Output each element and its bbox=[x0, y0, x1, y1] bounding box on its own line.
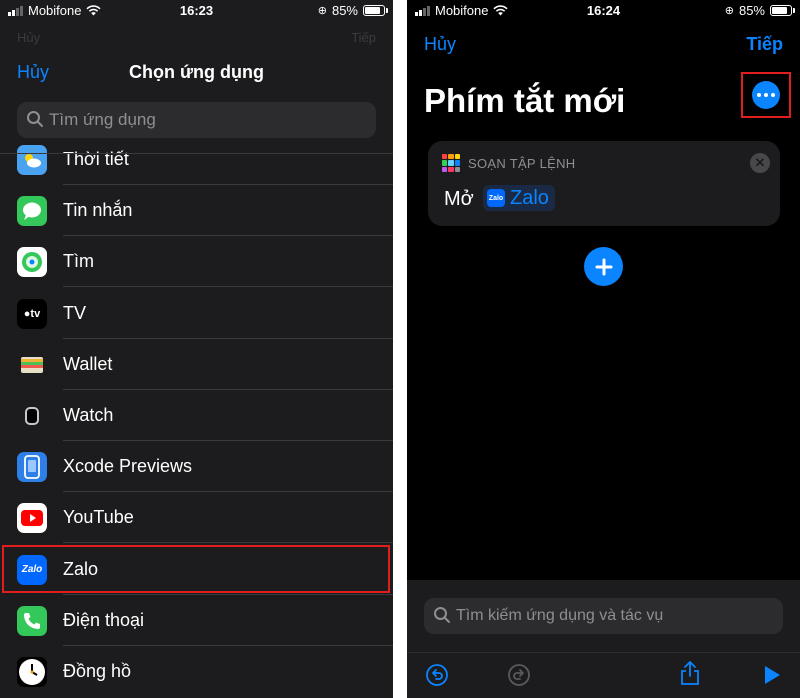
youtube-icon bbox=[17, 503, 47, 534]
undo-icon[interactable] bbox=[425, 663, 449, 687]
list-item[interactable]: Tìm bbox=[0, 236, 393, 288]
scripting-grid-icon bbox=[442, 154, 460, 172]
zalo-icon: Zalo bbox=[487, 189, 505, 207]
list-item[interactable]: Tin nhắn bbox=[0, 185, 393, 237]
bottom-toolbar bbox=[407, 652, 800, 698]
app-parameter-chip[interactable]: Zalo Zalo bbox=[483, 185, 555, 211]
more-highlight-box bbox=[741, 72, 791, 118]
xcode-previews-icon bbox=[17, 452, 47, 483]
list-item[interactable]: YouTube bbox=[0, 492, 393, 544]
cancel-button[interactable]: Hủy bbox=[424, 34, 456, 55]
background-cancel-label: Hủy bbox=[17, 30, 41, 45]
search-icon bbox=[27, 111, 43, 127]
plus-icon bbox=[595, 258, 612, 275]
list-item[interactable]: Watch bbox=[0, 390, 393, 441]
search-placeholder: Tìm ứng dụng bbox=[49, 110, 156, 129]
list-item[interactable]: Thời tiết bbox=[0, 134, 393, 185]
redo-icon[interactable] bbox=[507, 663, 531, 687]
zalo-highlight-box bbox=[2, 545, 390, 593]
next-button[interactable]: Tiếp bbox=[746, 34, 783, 55]
page-title: Phím tắt mới bbox=[424, 82, 626, 119]
phone-icon bbox=[17, 605, 47, 636]
wallet-icon bbox=[17, 349, 47, 380]
search-icon bbox=[434, 607, 450, 623]
list-item-label: Tin nhắn bbox=[63, 200, 133, 221]
status-bar: Mobifone 16:24 ⊕ 85% bbox=[407, 0, 800, 22]
list-item-label: Điện thoại bbox=[63, 609, 145, 630]
list-item-label: Đồng hồ bbox=[63, 661, 132, 681]
remove-action-button[interactable]: ✕ bbox=[750, 153, 770, 173]
bottom-sheet: Tìm kiếm ứng dụng và tác vụ bbox=[407, 580, 800, 698]
list-item-label: YouTube bbox=[63, 507, 134, 528]
battery-percent: 85% bbox=[331, 3, 358, 18]
battery-percent: 85% bbox=[738, 3, 765, 18]
orientation-lock-icon: ⊕ bbox=[317, 5, 327, 17]
page-title: Chọn ứng dụng bbox=[129, 62, 264, 82]
weather-icon bbox=[17, 145, 47, 175]
app-parameter-label: Zalo bbox=[510, 186, 549, 209]
right-screen: Mobifone 16:24 ⊕ 85% Hủy Tiếp Phím tắt m… bbox=[407, 0, 800, 698]
share-icon[interactable] bbox=[679, 660, 701, 686]
battery-icon bbox=[770, 5, 795, 16]
battery-icon bbox=[363, 5, 388, 16]
action-category-label: SOẠN TẬP LỆNH bbox=[468, 156, 576, 171]
find-my-icon bbox=[17, 247, 47, 278]
search-actions-input[interactable]: Tìm kiếm ứng dụng và tác vụ bbox=[424, 598, 783, 634]
list-item-label: Watch bbox=[63, 405, 114, 425]
search-input[interactable]: Tìm ứng dụng bbox=[17, 102, 376, 138]
background-next-label: Tiếp bbox=[351, 30, 376, 45]
list-item[interactable]: ●tv TV bbox=[0, 288, 393, 339]
list-top-divider bbox=[0, 153, 393, 154]
list-item[interactable]: Xcode Previews bbox=[0, 441, 393, 493]
list-item-label: Wallet bbox=[63, 353, 113, 374]
list-item-label: Xcode Previews bbox=[63, 456, 193, 477]
action-verb: Mở bbox=[444, 188, 474, 210]
apple-tv-icon: ●tv bbox=[17, 298, 47, 329]
messages-icon bbox=[17, 196, 47, 227]
list-item[interactable]: Đồng hồ bbox=[0, 646, 393, 697]
search-placeholder: Tìm kiếm ứng dụng và tác vụ bbox=[456, 607, 664, 624]
orientation-lock-icon: ⊕ bbox=[724, 5, 734, 17]
list-item-label: TV bbox=[63, 302, 87, 323]
list-item[interactable]: Wallet bbox=[0, 339, 393, 390]
clock-icon bbox=[17, 657, 47, 687]
sheet-header: Hủy Chọn ứng dụng bbox=[0, 52, 393, 92]
watch-icon bbox=[17, 401, 47, 431]
play-icon[interactable] bbox=[763, 665, 781, 685]
status-bar: Mobifone 16:23 ⊕ 85% bbox=[0, 0, 393, 22]
action-card[interactable]: SOẠN TẬP LỆNH ✕ Mở Zalo Zalo bbox=[428, 141, 780, 226]
add-action-button[interactable] bbox=[584, 247, 623, 286]
list-item[interactable]: Điện thoại bbox=[0, 595, 393, 646]
list-item-label: Tìm bbox=[63, 251, 94, 272]
close-icon: ✕ bbox=[754, 155, 766, 170]
left-screen: Mobifone 16:23 ⊕ 85% Hủy Tiếp Hủy Chọn ứ… bbox=[0, 0, 393, 698]
